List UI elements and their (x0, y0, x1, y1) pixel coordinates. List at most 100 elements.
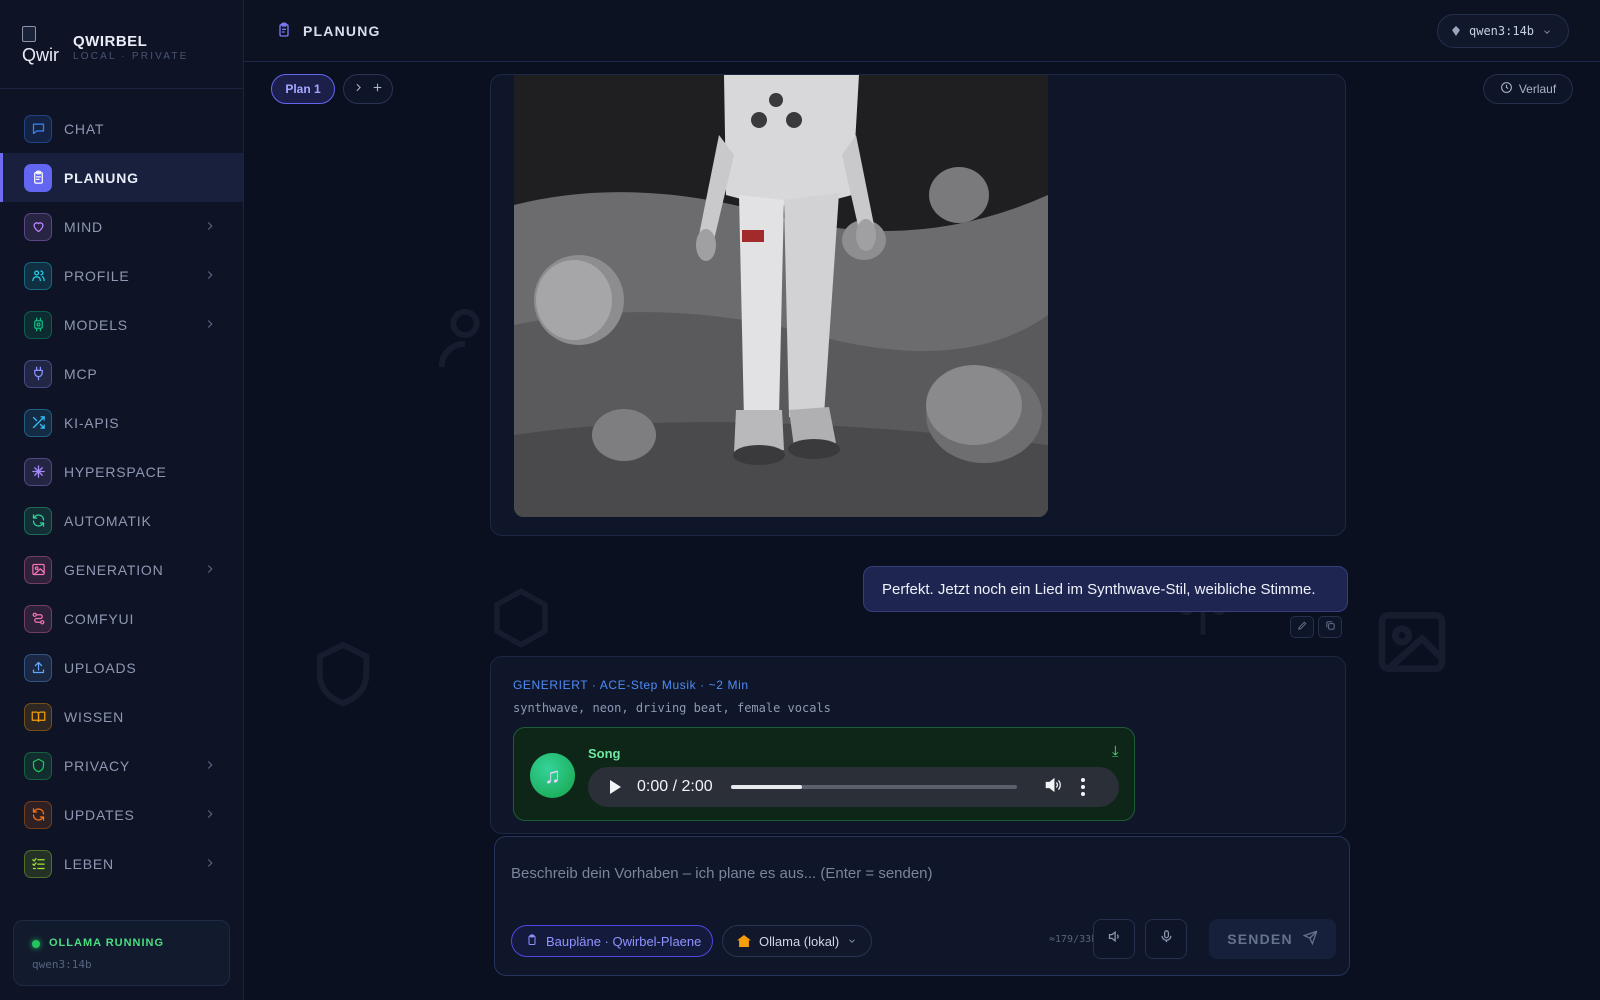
shield-icon (24, 751, 52, 780)
token-count: ≈179/33k (1049, 934, 1098, 945)
broken-image-icon (22, 26, 36, 42)
tab-plan-1-label: Plan 1 (285, 82, 321, 96)
chat-icon (24, 114, 52, 143)
sidebar-item-hyperspace[interactable]: HYPERSPACE (0, 447, 243, 496)
chevron-right-icon (203, 856, 217, 870)
sidebar-item-ki-apis[interactable]: KI-APIS (0, 398, 243, 447)
provider-select-label: Ollama (lokal) (759, 933, 840, 949)
new-plan-button[interactable] (343, 74, 393, 104)
send-button[interactable]: SENDEN (1209, 919, 1336, 959)
user-message: Perfekt. Jetzt noch ein Lied im Synthwav… (863, 566, 1348, 612)
sidebar-item-label: MCP (64, 365, 98, 382)
model-select[interactable]: qwen3:14b (1437, 14, 1569, 48)
chevron-right-icon (352, 81, 365, 97)
image-icon (1372, 602, 1452, 687)
sidebar-item-models[interactable]: MODELS (0, 300, 243, 349)
download-button[interactable]: ⤓ (1112, 743, 1119, 760)
sidebar-item-label: COMFYUI (64, 610, 135, 627)
topbar: PLANUNG qwen3:14b (244, 0, 1600, 62)
chevron-down-icon (847, 934, 857, 949)
chevron-right-icon (203, 562, 217, 576)
tab-plan-1[interactable]: Plan 1 (271, 74, 335, 104)
clipboard-icon (24, 163, 52, 192)
workflow-icon (24, 604, 52, 633)
sidebar-item-label: WISSEN (64, 708, 125, 725)
music-note-glyph: ♫ (544, 762, 561, 788)
chevron-down-icon (1542, 26, 1552, 36)
shuffle-icon (24, 408, 52, 437)
assistant-image-card (490, 74, 1346, 536)
chevron-right-icon (203, 317, 217, 331)
sidebar-item-updates[interactable]: UPDATES (0, 790, 243, 839)
sidebar-item-uploads[interactable]: UPLOADS (0, 643, 243, 692)
volume-icon (1043, 777, 1063, 799)
provider-select[interactable]: Ollama (lokal) (722, 925, 872, 957)
sidebar-item-generation[interactable]: GENERATION (0, 545, 243, 594)
player-time: 0:00 / 2:00 (637, 778, 713, 795)
book-icon (24, 702, 52, 731)
speaker-button[interactable] (1093, 919, 1135, 959)
sidebar-item-label: PRIVACY (64, 757, 131, 774)
edit-message-button[interactable] (1290, 616, 1314, 638)
ollama-status-card: OLLAMA RUNNING qwen3:14b (13, 920, 230, 986)
brand-logo-alt: Qwir (22, 45, 59, 65)
chevron-right-icon (203, 758, 217, 772)
brand[interactable]: Qwir QWIRBEL LOCAL · PRIVATE (20, 24, 230, 68)
composer: Baupläne · Qwirbel-Plaene Ollama (lokal)… (494, 836, 1350, 976)
song-title: Song (588, 746, 621, 761)
microphone-button[interactable] (1145, 919, 1187, 959)
chevron-right-icon (203, 219, 217, 233)
sidebar-item-planung[interactable]: PLANUNG (0, 153, 243, 202)
sidebar-item-privacy[interactable]: PRIVACY (0, 741, 243, 790)
generated-image[interactable] (514, 75, 1048, 517)
sidebar-item-label: GENERATION (64, 561, 164, 578)
page-title: PLANUNG (303, 23, 381, 39)
history-button[interactable]: Verlauf (1483, 74, 1573, 104)
sidebar-item-profile[interactable]: PROFILE (0, 251, 243, 300)
microphone-icon (1159, 929, 1174, 949)
plan-chip-label: Baupläne · Qwirbel-Plaene (546, 933, 702, 949)
sparkle-icon (24, 457, 52, 486)
checklist-icon (24, 849, 52, 878)
sidebar-item-mcp[interactable]: MCP (0, 349, 243, 398)
brand-name: QWIRBEL (73, 33, 148, 50)
users-icon (24, 261, 52, 290)
sidebar-item-label: KI-APIS (64, 414, 120, 431)
more-options-button[interactable] (1080, 778, 1085, 796)
play-button[interactable] (610, 780, 621, 794)
plan-chip[interactable]: Baupläne · Qwirbel-Plaene (511, 925, 713, 957)
volume-button[interactable] (1043, 775, 1063, 800)
image-icon (24, 555, 52, 584)
clock-icon (1500, 81, 1513, 97)
cpu-icon (24, 310, 52, 339)
model-select-value: qwen3:14b (1469, 24, 1535, 38)
sidebar-item-label: CHAT (64, 120, 105, 137)
plan-input[interactable] (511, 853, 1331, 893)
clipboard-icon (276, 22, 292, 38)
sidebar-item-automatik[interactable]: AUTOMATIK (0, 496, 243, 545)
sidebar-item-chat[interactable]: CHAT (0, 104, 243, 153)
audio-progress-bar[interactable] (730, 785, 1017, 789)
audio-player: 0:00 / 2:00 (588, 767, 1119, 807)
plug-icon (24, 359, 52, 388)
status-title: OLLAMA RUNNING (49, 937, 165, 949)
plus-icon (371, 81, 384, 97)
sidebar-item-comfyui[interactable]: COMFYUI (0, 594, 243, 643)
house-icon (737, 935, 751, 947)
send-icon (1302, 930, 1318, 948)
sidebar-item-mind[interactable]: MIND (0, 202, 243, 251)
sidebar-item-label: AUTOMATIK (64, 512, 152, 529)
sidebar-item-label: PLANUNG (64, 169, 139, 186)
music-note-icon: ♫ (530, 753, 575, 798)
chat-area[interactable]: Perfekt. Jetzt noch ein Lied im Synthwav… (244, 74, 1600, 1000)
user-message-text: Perfekt. Jetzt noch ein Lied im Synthwav… (882, 580, 1316, 598)
sidebar-item-leben[interactable]: LEBEN (0, 839, 243, 888)
message-actions (1290, 616, 1342, 638)
heart-icon (24, 212, 52, 241)
model-gem-icon (1452, 26, 1460, 36)
song-box: ♫ Song ⤓ 0:00 / 2:00 (513, 727, 1135, 821)
copy-message-button[interactable] (1318, 616, 1342, 638)
sidebar-item-wissen[interactable]: WISSEN (0, 692, 243, 741)
divider (0, 88, 243, 89)
sidebar-item-label: MIND (64, 218, 103, 235)
